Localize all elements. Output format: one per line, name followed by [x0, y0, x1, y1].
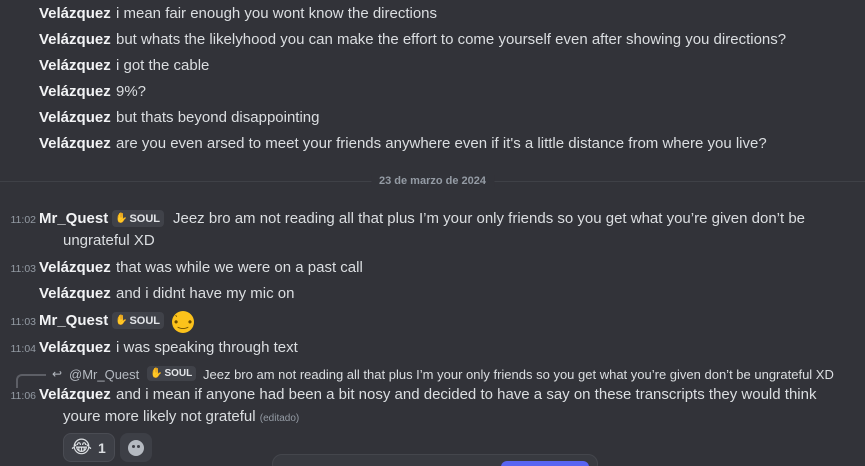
message-text: i mean fair enough you wont know the dir…: [116, 5, 438, 22]
message-text: 9%?: [116, 83, 147, 100]
message-row: Velázquez i mean fair enough you wont kn…: [0, 5, 865, 31]
message-row: Velázquez are you even arsed to meet you…: [0, 135, 865, 161]
message-author[interactable]: Velázquez: [39, 259, 111, 276]
role-badge-label: SOUL: [164, 368, 193, 379]
message-author[interactable]: Velázquez: [39, 339, 111, 356]
message-author[interactable]: Velázquez: [39, 109, 111, 126]
message-row: Velázquez but thats beyond disappointing: [0, 109, 865, 135]
message-text-continued: youre more likely not grateful (editado): [63, 408, 299, 425]
message-timestamp[interactable]: 11:06: [0, 390, 37, 402]
message-text: but thats beyond disappointing: [116, 109, 320, 126]
message-author[interactable]: Velázquez: [39, 5, 111, 22]
message-text: i was speaking through text: [116, 339, 298, 356]
message-timestamp[interactable]: 11:04: [0, 343, 37, 355]
message-text: are you even arsed to meet your friends …: [116, 135, 767, 152]
role-badge-label: SOUL: [129, 314, 161, 327]
add-reaction-button[interactable]: [120, 433, 152, 462]
joy-emoji-icon: 😂: [71, 437, 93, 457]
reaction-button[interactable]: 😂 1: [63, 433, 115, 462]
message-author[interactable]: Mr_Quest: [39, 312, 108, 329]
message-timestamp[interactable]: 11:03: [0, 263, 37, 275]
message-author[interactable]: Velázquez: [39, 386, 111, 403]
reply-preview-text[interactable]: Jeez bro am not reading all that plus I’…: [203, 367, 834, 382]
role-badge[interactable]: ✋ SOUL: [112, 312, 165, 329]
hand-icon: ✋: [150, 368, 163, 379]
confused-face-emoji: •̀‿•: [172, 311, 194, 333]
smiley-icon: [128, 439, 144, 456]
date-divider: 23 de marzo de 2024: [370, 175, 495, 187]
message-text: and i mean if anyone had been a bit nosy…: [116, 386, 817, 403]
reaction-count: 1: [98, 439, 106, 456]
message-text: but whats the likelyhood you can make th…: [116, 31, 787, 48]
toolbar-button[interactable]: [501, 461, 589, 466]
message-text: Jeez bro am not reading all that plus I’…: [173, 210, 806, 227]
message-text: and i didnt have my mic on: [116, 285, 295, 302]
message-author[interactable]: Velázquez: [39, 83, 111, 100]
message-author[interactable]: Mr_Quest: [39, 210, 108, 227]
message-row: Velázquez but whats the likelyhood you c…: [0, 31, 865, 57]
reply-author[interactable]: @Mr_Quest: [69, 367, 139, 382]
bottom-toolbar[interactable]: [272, 454, 598, 466]
role-badge[interactable]: ✋ SOUL: [147, 366, 197, 381]
edited-label: (editado): [259, 413, 300, 424]
hand-icon: ✋: [115, 213, 128, 224]
message-author[interactable]: Velázquez: [39, 31, 111, 48]
message-timestamp[interactable]: 11:03: [0, 316, 37, 328]
message-text: i got the cable: [116, 57, 210, 74]
role-badge[interactable]: ✋ SOUL: [112, 210, 165, 227]
message-text: that was while we were on a past call: [116, 259, 363, 276]
message-row: Velázquez i got the cable: [0, 57, 865, 83]
message-timestamp[interactable]: 11:02: [0, 214, 37, 226]
message-author[interactable]: Velázquez: [39, 57, 111, 74]
reply-arrow-icon: ↩: [52, 367, 63, 381]
message-row: Velázquez 9%?: [0, 83, 865, 109]
role-badge-label: SOUL: [129, 212, 161, 225]
message-author[interactable]: Velázquez: [39, 285, 111, 302]
message-text-continued: ungrateful XD: [63, 232, 155, 249]
hand-icon: ✋: [115, 315, 128, 326]
message-text-line: youre more likely not grateful: [63, 408, 256, 425]
message-author[interactable]: Velázquez: [39, 135, 111, 152]
